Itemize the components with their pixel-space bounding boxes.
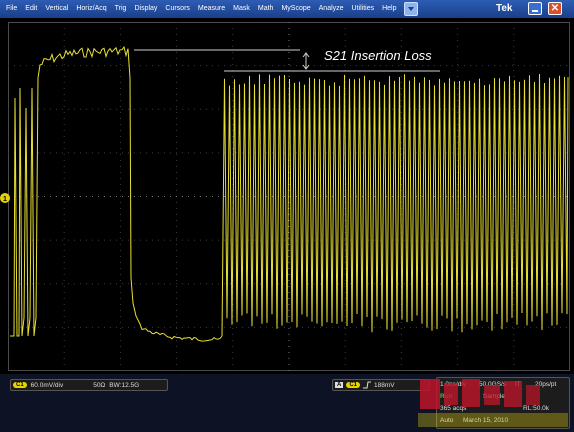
menu-trig[interactable]: Trig	[111, 0, 131, 18]
trigger-source-letter: A	[335, 382, 344, 388]
rising-edge-icon	[363, 381, 372, 389]
date: March 15, 2010	[463, 417, 509, 424]
bandwidth-limit: BW:12.5G	[109, 381, 140, 389]
acquisition-count: 365 acqs	[440, 405, 467, 412]
menu-utilities[interactable]: Utilities	[348, 0, 379, 18]
acquisition-mode: Sample	[483, 393, 506, 400]
trigger-readout[interactable]: A C1 188mV	[332, 379, 430, 391]
trigger-channel-badge: C1	[346, 382, 361, 388]
trigger-mode: Auto	[440, 417, 454, 424]
menu-cursors[interactable]: Cursors	[161, 0, 194, 18]
acquisition-panel[interactable]: 1.0ns/div 50.0GS/s IT 20ps/pt Run Sample…	[436, 377, 570, 429]
svg-text:1: 1	[3, 196, 7, 203]
menu-edit[interactable]: Edit	[21, 0, 41, 18]
menu-math[interactable]: Math	[254, 0, 278, 18]
tek-logo: Tek	[496, 3, 513, 14]
minimize-button[interactable]	[528, 2, 542, 15]
menu-help[interactable]: Help	[378, 0, 400, 18]
ppt-indicator: IT	[515, 381, 521, 388]
menu-vertical[interactable]: Vertical	[41, 0, 72, 18]
menu-myscope[interactable]: MyScope	[277, 0, 314, 18]
menu-analyze[interactable]: Analyze	[315, 0, 348, 18]
channel-1-badge: C1	[13, 382, 27, 388]
annotation-label: S21 Insertion Loss	[324, 48, 432, 63]
menu-mask[interactable]: Mask	[229, 0, 254, 18]
waveform-display[interactable]: 1 S21 Insertion Loss	[0, 18, 574, 374]
run-state: Run	[440, 393, 453, 400]
record-length: RL:50.0k	[523, 405, 550, 412]
channel-1-ground-marker: 1	[0, 193, 10, 203]
insertion-loss-arrow-icon	[302, 52, 310, 70]
resolution: 20ps/pt	[535, 381, 557, 388]
menu-display[interactable]: Display	[130, 0, 161, 18]
menu-bar: File Edit Vertical Horiz/Acq Trig Displa…	[0, 0, 574, 18]
waveform-svg: 1	[0, 22, 570, 371]
channel-1-readout[interactable]: C1 60.0mV/div 50Ω BW:12.5G	[10, 379, 168, 391]
status-bar: C1 60.0mV/div 50Ω BW:12.5G A C1 188mV 1.…	[0, 374, 574, 432]
vertical-scale: 60.0mV/div	[30, 381, 64, 389]
menu-measure[interactable]: Measure	[194, 0, 229, 18]
menu-dropdown-icon[interactable]	[403, 2, 418, 16]
menu-horiz-acq[interactable]: Horiz/Acq	[72, 0, 110, 18]
menu-file[interactable]: File	[2, 0, 21, 18]
close-button[interactable]: ✕	[548, 2, 562, 15]
channel-1-trace	[10, 45, 569, 342]
input-impedance: 50Ω	[93, 381, 106, 389]
timebase: 1.0ns/div	[440, 381, 467, 388]
trigger-level: 188mV	[374, 381, 395, 389]
sample-rate: 50.0GS/s	[479, 381, 507, 388]
